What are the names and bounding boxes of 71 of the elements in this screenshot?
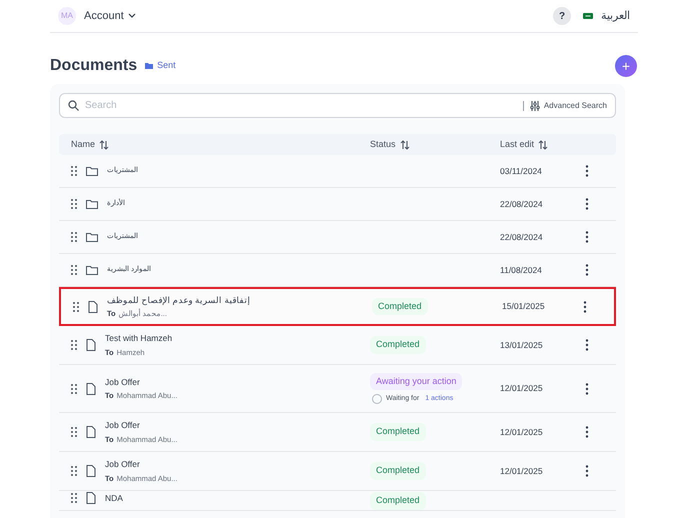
document-name[interactable]: Job Offer <box>105 419 178 432</box>
date-text: 11/08/2024 <box>500 264 542 276</box>
document-icon <box>88 300 98 312</box>
drag-handle-icon[interactable] <box>71 340 77 350</box>
status-badge: Completed <box>370 462 426 480</box>
drag-handle-icon[interactable] <box>71 493 77 504</box>
date-text: 12/01/2025 <box>500 426 543 438</box>
folder-icon <box>86 199 98 209</box>
search-icon <box>68 100 79 111</box>
drag-handle-icon[interactable] <box>71 166 77 176</box>
drag-handle-icon[interactable] <box>71 265 77 275</box>
folder-icon <box>86 232 98 242</box>
document-name[interactable]: NDA <box>105 492 123 505</box>
help-button[interactable]: ? <box>553 7 571 25</box>
sort-icon[interactable] <box>538 140 548 150</box>
status-badge: Awaiting your action <box>370 372 462 390</box>
date-text: 12/01/2025 <box>500 382 543 395</box>
status-badge: Completed <box>370 492 426 510</box>
more-options-icon[interactable] <box>585 165 589 177</box>
drag-handle-icon[interactable] <box>71 384 77 394</box>
folder-icon <box>86 265 98 275</box>
document-icon <box>86 426 96 438</box>
table-row[interactable]: NDA Completed <box>59 491 616 511</box>
account-menu-button[interactable]: Account <box>84 8 136 24</box>
date-text: 15/01/2025 <box>502 300 545 313</box>
progress-ring-icon <box>372 394 382 404</box>
document-name[interactable]: Job Offer <box>105 458 178 471</box>
drag-handle-icon[interactable] <box>71 466 77 476</box>
column-header[interactable]: Name <box>71 138 96 152</box>
folder-icon <box>86 166 98 176</box>
status-badge: Completed <box>370 423 426 441</box>
sort-icon[interactable] <box>99 140 110 150</box>
language-button[interactable]: العربية <box>583 8 630 24</box>
column-header[interactable]: Last edit <box>500 138 534 152</box>
drag-handle-icon[interactable] <box>71 232 77 242</box>
document-icon <box>86 492 96 504</box>
add-button[interactable]: + <box>615 55 637 77</box>
advanced-search-button[interactable]: Advanced Search <box>530 100 607 112</box>
document-name[interactable]: Test with Hamzeh <box>105 332 172 345</box>
more-options-icon[interactable] <box>583 300 587 312</box>
search-field[interactable]: Search Advanced Search <box>59 93 616 118</box>
date-text: 03/11/2024 <box>500 164 542 178</box>
sliders-icon <box>530 100 540 110</box>
folder-icon <box>145 63 154 69</box>
document-icon <box>86 382 96 394</box>
more-options-icon[interactable] <box>585 231 589 243</box>
column-header[interactable]: Status <box>370 138 396 152</box>
date-text: 12/01/2025 <box>500 464 543 478</box>
more-options-icon[interactable] <box>585 465 589 477</box>
date-text: 13/01/2025 <box>500 338 543 352</box>
more-options-icon[interactable] <box>585 198 589 210</box>
more-options-icon[interactable] <box>585 339 589 351</box>
status-badge: Completed <box>370 336 426 354</box>
drag-handle-icon[interactable] <box>71 199 77 209</box>
status-badge: Completed <box>372 298 428 316</box>
sort-icon[interactable] <box>400 140 410 150</box>
document-icon <box>86 339 96 351</box>
folder-link[interactable]: Sent <box>157 59 176 73</box>
page-title: Documents <box>50 56 138 76</box>
document-icon <box>86 465 96 477</box>
drag-handle-icon[interactable] <box>71 427 77 437</box>
date-text: 22/08/2024 <box>500 198 543 210</box>
more-options-icon[interactable] <box>585 264 589 276</box>
document-name[interactable]: إتفاقية السرية وعدم الإفصاح للموظف <box>107 294 250 306</box>
flag-icon <box>583 13 593 19</box>
document-name[interactable]: Job Offer <box>105 376 178 388</box>
chevron-down-icon <box>128 13 136 19</box>
more-options-icon[interactable] <box>585 382 589 394</box>
more-options-icon[interactable] <box>585 426 589 438</box>
date-text: 22/08/2024 <box>500 230 543 244</box>
drag-handle-icon[interactable] <box>73 302 79 312</box>
